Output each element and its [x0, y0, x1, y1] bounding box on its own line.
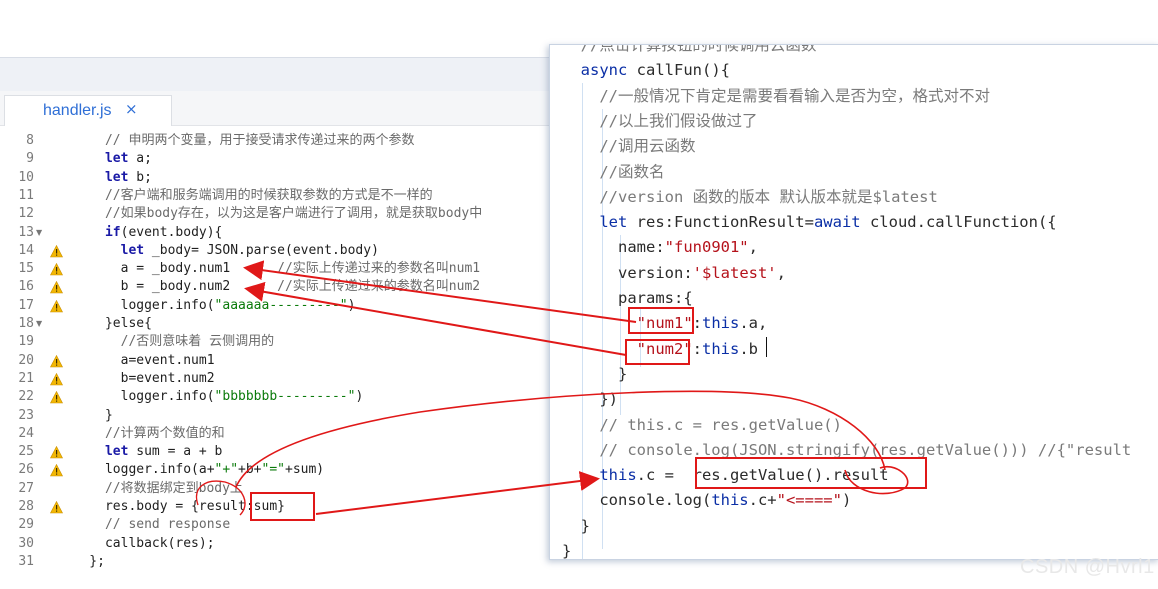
- code-line: callback(res);: [58, 535, 215, 551]
- line-number: 12: [18, 206, 34, 222]
- code-line: //计算两个数值的和: [104, 425, 225, 441]
- panel-code-line: }: [562, 516, 590, 535]
- code-line: let a;: [104, 151, 152, 167]
- panel-code-line: let res:FunctionResult=await cloud.callF…: [599, 213, 1057, 232]
- code-line: };: [58, 553, 105, 569]
- code-line: b=event.num2: [58, 370, 215, 386]
- fold-toggle-icon[interactable]: ▼: [36, 319, 42, 328]
- line-number: 23: [18, 407, 34, 423]
- code-line: //否则意味着 云侧调用的: [120, 334, 275, 350]
- line-number: 26: [18, 462, 34, 478]
- code-line: //将数据绑定到body上: [104, 480, 243, 496]
- panel-code-line: //点击计算按钮的时候调用云函数: [580, 44, 817, 54]
- code-line: logger.info(a+"+"+b+"="+sum): [58, 462, 325, 478]
- close-icon[interactable]: ×: [125, 100, 138, 118]
- line-number: 19: [18, 334, 34, 350]
- line-number: 15: [18, 261, 34, 277]
- tab-handler-js[interactable]: handler.js ×: [4, 95, 172, 126]
- code-line: }else{: [58, 316, 152, 331]
- line-number: 25: [18, 444, 34, 460]
- highlight-result: [695, 457, 927, 489]
- fold-toggle-icon[interactable]: ▼: [36, 228, 42, 237]
- code-line: logger.info("bbbbbbb---------"): [58, 389, 364, 405]
- line-number: 13: [18, 224, 34, 240]
- right-code-panel[interactable]: //点击计算按钮的时候调用云函数 async callFun(){ //一般情况…: [549, 44, 1158, 560]
- watermark: CSDN @Hvrl1: [1020, 556, 1155, 578]
- line-number: 27: [18, 480, 34, 496]
- panel-code-line: //函数名: [599, 162, 665, 181]
- line-number: 18: [18, 316, 34, 331]
- panel-code-line: }: [562, 364, 628, 383]
- line-number: 29: [18, 517, 34, 533]
- tab-filename: handler.js: [43, 102, 112, 119]
- panel-code-line: }): [562, 390, 618, 409]
- code-line: b = _body.num2 //实际上传递过来的参数名叫num2: [58, 279, 481, 295]
- code-line: //如果body存在，以为这是客户端进行了调用，就是获取body中: [104, 206, 483, 222]
- code-line: a = _body.num1 //实际上传递过来的参数名叫num1: [58, 261, 481, 277]
- line-number: 21: [18, 370, 34, 386]
- code-line: let b;: [104, 169, 152, 185]
- line-number: 14: [18, 242, 34, 258]
- code-line: }: [58, 407, 113, 423]
- line-number: 28: [18, 499, 34, 514]
- panel-code-line: console.log(this.c+"<===="): [562, 491, 852, 510]
- code-line: // 申明两个变量，用于接受请求传递过来的两个参数: [104, 133, 415, 148]
- line-number: 10: [18, 169, 34, 185]
- text-cursor: [766, 337, 767, 357]
- highlight-result-sum: [250, 492, 315, 521]
- code-line: if(event.body){: [104, 224, 223, 240]
- code-line: let sum = a + b: [104, 444, 223, 460]
- line-number: 11: [18, 187, 34, 203]
- line-number: 24: [18, 425, 34, 441]
- line-number: 30: [18, 535, 34, 551]
- highlight-num1: [628, 307, 694, 334]
- code-line: // send response: [104, 517, 231, 533]
- line-number: 8: [26, 133, 34, 148]
- panel-code-line: //调用云函数: [599, 137, 696, 156]
- line-number: 20: [18, 352, 34, 368]
- panel-code-line: name:"fun0901",: [562, 238, 758, 257]
- line-number: 22: [18, 389, 34, 405]
- panel-code-line: //version 函数的版本 默认版本就是$latest: [599, 187, 938, 206]
- panel-code-line: //一般情况下肯定是需要看看输入是否为空，格式对不对: [599, 86, 990, 105]
- highlight-num2: [625, 339, 690, 365]
- line-number: 9: [26, 151, 34, 167]
- line-number: 16: [18, 279, 34, 295]
- panel-code-line: async callFun(){: [580, 61, 730, 80]
- line-number: 31: [18, 553, 34, 569]
- panel-code-line: //以上我们假设做过了: [599, 111, 758, 130]
- code-line: //客户端和服务端调用的时候获取参数的方式是不一样的: [104, 187, 433, 203]
- code-line: let _body= JSON.parse(event.body): [120, 242, 379, 258]
- line-number: 17: [18, 297, 34, 313]
- code-line: logger.info("aaaaaa---------"): [58, 297, 356, 313]
- code-line: a=event.num1: [58, 352, 215, 368]
- panel-code-line: }: [562, 542, 572, 560]
- panel-code-line: // this.c = res.getValue(): [599, 415, 842, 434]
- panel-code-line: version:'$latest',: [562, 263, 786, 282]
